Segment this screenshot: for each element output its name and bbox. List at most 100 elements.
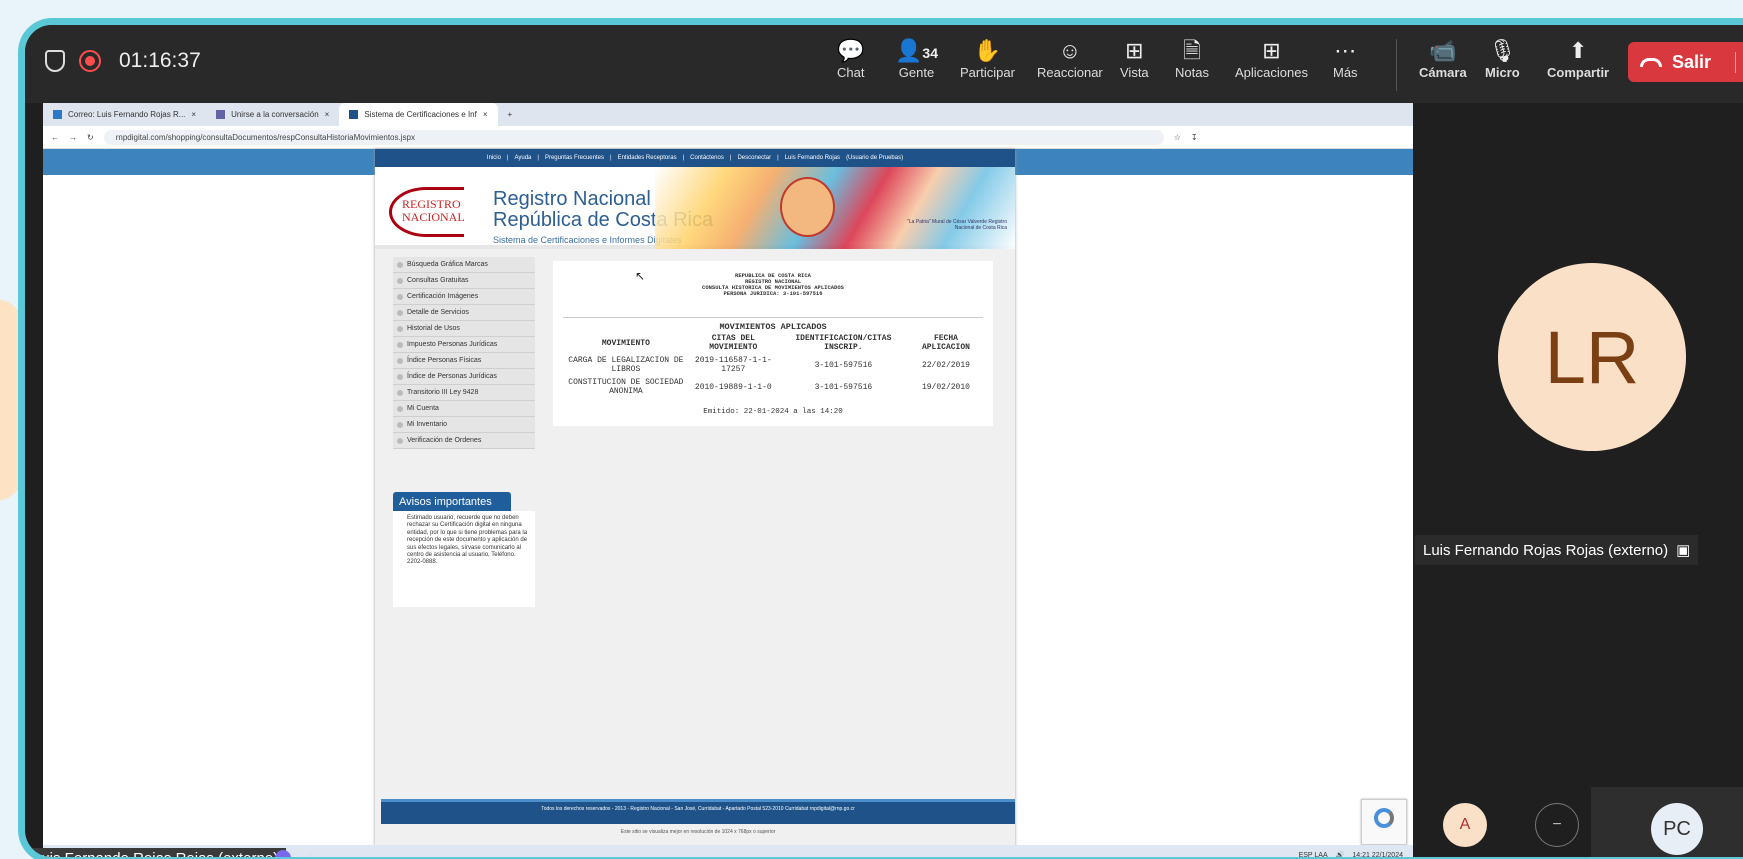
menu-item[interactable]: Verificación de Ordenes [393,433,535,449]
raise-hand-button[interactable]: ✋ Participar [960,37,1015,80]
nav-link[interactable]: Inicio [487,155,501,161]
menu-item[interactable]: Búsqueda Gráfica Marcas [393,257,535,273]
mural-face [780,177,835,237]
menu-item[interactable]: Certificación Imágenes [393,289,535,305]
browser-tab-active[interactable]: Sistema de Certificaciones e Inf × [339,103,498,126]
chat-button[interactable]: 💬 Chat [837,37,864,80]
report-panel: REPUBLICA DE COSTA RICA REGISTRO NACIONA… [553,261,993,426]
meeting-timer: 01:16:37 [119,49,201,72]
add-icon[interactable]: + [305,848,316,857]
star-icon[interactable]: ☆ [1174,133,1181,142]
movements-table: MOVIMIENTO CITAS DEL MOVIMIENTO IDENTIFI… [563,332,983,398]
menu-item[interactable]: Mi Cuenta [393,401,535,417]
camera-button[interactable]: 📹 Cámara [1419,37,1467,80]
side-menu: Búsqueda Gráfica Marcas Consultas Gratui… [393,257,535,449]
mural-caption: "La Patria" Mural de César Valverde Regi… [907,219,1007,231]
back-icon[interactable]: ← [51,133,59,142]
nav-link[interactable]: Preguntas Frecuentes [545,155,604,161]
participant-panel: LR Luis Fernando Rojas Rojas (externo) ▣ … [1413,103,1743,857]
menu-item[interactable]: Historial de Usos [393,321,535,337]
menu-item[interactable]: Consultas Gratuitas [393,273,535,289]
shield-icon [45,50,65,72]
menu-item[interactable]: Detalle de Servicios [393,305,535,321]
participant-tile: PC [1591,787,1743,857]
column-header: MOVIMIENTO [601,338,650,348]
registro-logo: REGISTRO NACIONAL [389,187,465,237]
browser-tab[interactable]: Unirse a la conversación × [206,103,339,126]
meeting-toolbar: 01:16:37 💬 Chat 👤34 Gente ✋ Participar ☺ Rea… [25,25,1743,103]
table-row: CONSTITUCION DE SOCIEDAD ANONIMA 2010-19… [568,378,970,396]
meeting-window: 01:16:37 💬 Chat 👤34 Gente ✋ Participar ☺ Rea… [18,18,1743,859]
apps-button[interactable]: ⊞ Aplicaciones [1235,37,1308,80]
meeting-status: 01:16:37 [45,49,201,73]
leave-button[interactable]: Salir⌄ [1628,42,1743,82]
reaction-icon[interactable] [275,850,291,857]
react-button[interactable]: ☺ Reaccionar [1037,37,1103,80]
minus-icon[interactable]: − [1535,803,1579,847]
system-tray: ESP LAA 🔊 14:21 22/1/2024 [1299,851,1403,859]
grid-icon: ⊞ [1125,38,1144,63]
clock: 14:21 22/1/2024 [1352,851,1403,859]
notes-button[interactable]: 🗎 Notas [1175,37,1209,80]
raise-hand-icon: ✋ [973,38,1002,63]
shared-screen-name-tag: Luis Fernando Rojas Rojas (externo) [25,848,287,857]
nav-link[interactable]: Entidades Receptoras [618,155,677,161]
reload-icon[interactable]: ↻ [87,133,94,142]
people-button[interactable]: 👤34 Gente [895,37,938,80]
site-nav: Inicio | Ayuda | Preguntas Frecuentes | Ent… [375,149,1015,167]
participant-avatar-small[interactable]: A [1443,803,1487,847]
report-header: REPUBLICA DE COSTA RICA REGISTRO NACIONA… [702,272,844,297]
share-icon: ⬆ [1568,38,1588,63]
chat-icon: 💬 [837,38,865,63]
url-input[interactable]: rnpdigital.com/shopping/consultaDocument… [103,129,1164,145]
chevron-down-icon[interactable]: ⌄ [1735,51,1743,73]
people-icon: 👤34 [895,38,938,63]
teams-icon [216,110,226,119]
mic-button[interactable]: 🎙 Micro [1485,37,1520,80]
notes-icon: 🗎 [1183,38,1201,63]
share-button[interactable]: ⬆ Compartir [1547,37,1609,80]
report-title: MOVIMIENTOS APLICADOS [563,317,983,332]
browser-tab[interactable]: Correo: Luis Fernando Rojas R... × [43,103,206,126]
view-button[interactable]: ⊞ Vista [1120,37,1149,80]
menu-item[interactable]: Transitorio III Ley 9428 [393,385,535,401]
shared-screen: Correo: Luis Fernando Rojas R... × Unirs… [43,103,1413,859]
nav-link[interactable]: Contáctenos [690,155,724,161]
column-header: CITAS DEL MOVIMIENTO [709,334,758,352]
column-header: IDENTIFICACION/CITAS INSCRIP. [795,334,892,352]
recaptcha-badge[interactable] [1361,799,1407,845]
nav-link[interactable]: Luis Fernando Rojas [785,155,840,161]
column-header: FECHA APLICACION [921,334,970,352]
nav-link[interactable]: (Usuario de Pruebas) [846,155,903,161]
forward-icon[interactable]: → [69,133,77,142]
download-icon[interactable]: ↧ [1191,133,1198,142]
menu-item[interactable]: Índice de Personas Jurídicas [393,369,535,385]
nav-link[interactable]: Ayuda [514,155,531,161]
nav-link[interactable]: Desconectar [737,155,771,161]
volume-icon[interactable]: 🔊 [1336,851,1345,857]
more-button[interactable]: ⋯ Más [1333,37,1358,80]
recaptcha-icon [1374,808,1394,828]
more-icon: ⋯ [1334,38,1357,63]
web-page: Inicio | Ayuda | Preguntas Frecuentes | Ent… [375,149,1015,857]
menu-item[interactable]: Impuesto Personas Jurídicas [393,337,535,353]
browser-tabbar: Correo: Luis Fernando Rojas R... × Unirs… [43,103,1413,126]
tile-actions [275,850,291,857]
camera-off-icon: 📹 [1429,38,1457,63]
site-subtitle: Sistema de Certificaciones e Informes Di… [493,235,682,245]
toolbar-divider [1396,39,1397,91]
participant-avatar-small[interactable]: PC [1651,803,1703,855]
participant-name-tag: Luis Fernando Rojas Rojas (externo) ▣ [1415,535,1699,565]
recording-icon [79,50,101,72]
new-tab-button[interactable]: + [498,103,523,126]
language-indicator[interactable]: ESP LAA [1299,852,1328,858]
mural-image [655,167,1015,249]
mouse-cursor-icon: ↖ [635,269,646,283]
issued-timestamp: Emitido: 22-01-2024 a las 14:20 [703,408,843,416]
mail-icon [53,110,62,119]
resolution-note: Este sitio se visualiza mejor en resoluc… [620,829,776,835]
menu-item[interactable]: Mi Inventario [393,417,535,433]
mic-off-icon: 🎙 [1488,38,1517,63]
emoji-icon: ☺ [1058,38,1082,63]
menu-item[interactable]: Índice Personas Físicas [393,353,535,369]
